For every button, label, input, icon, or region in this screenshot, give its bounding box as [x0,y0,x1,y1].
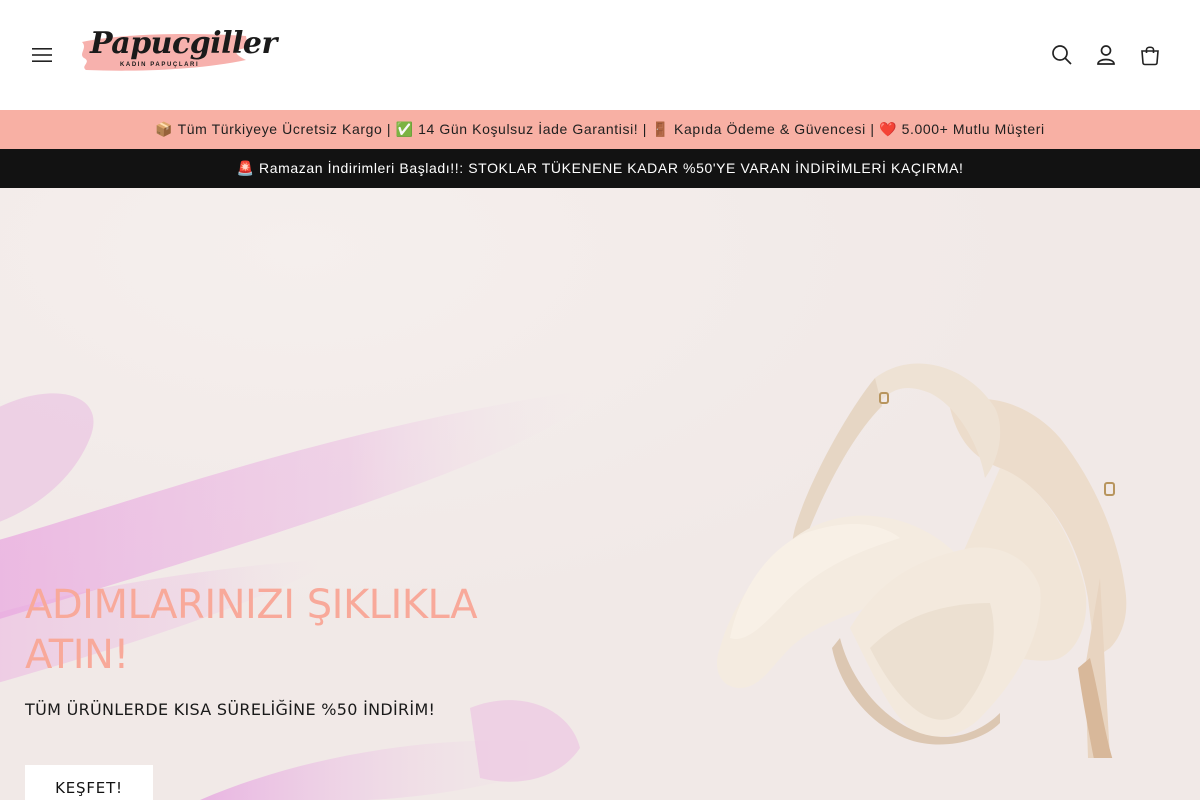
hero-subtitle: TÜM ÜRÜNLERDE KISA SÜRELİĞİNE %50 İNDİRİ… [25,700,436,719]
announcement-bottom-text: 🚨 Ramazan İndirimleri Başladı!!: STOKLAR… [236,160,964,176]
announcement-top-text: 📦 Tüm Türkiyeye Ücretsiz Kargo | ✅ 14 Gü… [155,121,1045,137]
logo-wordmark: Papucgiller [90,26,277,61]
search-button[interactable] [1042,35,1082,75]
announcement-bar-top: 📦 Tüm Türkiyeye Ücretsiz Kargo | ✅ 14 Gü… [0,110,1200,149]
hero-banner: ADIMLARINIZI ŞIKLIKLA ATIN! TÜM ÜRÜNLERD… [0,188,1200,800]
cart-button[interactable] [1130,35,1170,75]
hero-title: ADIMLARINIZI ŞIKLIKLA ATIN! [25,582,478,678]
search-icon [1052,45,1072,65]
hamburger-menu-icon [32,48,52,62]
announcement-bar-bottom: 🚨 Ramazan İndirimleri Başladı!!: STOKLAR… [0,149,1200,188]
site-logo[interactable]: Papucgiller KADIN PAPUÇLARI [78,26,277,78]
logo-tagline: KADIN PAPUÇLARI [120,62,200,68]
site-header: Papucgiller KADIN PAPUÇLARI [0,0,1200,110]
cart-icon [1141,46,1159,66]
explore-button[interactable]: KEŞFET! [25,765,153,800]
account-icon [1097,45,1115,65]
account-button[interactable] [1086,35,1126,75]
menu-button[interactable] [22,35,62,75]
sandal-product-image [716,363,1127,758]
